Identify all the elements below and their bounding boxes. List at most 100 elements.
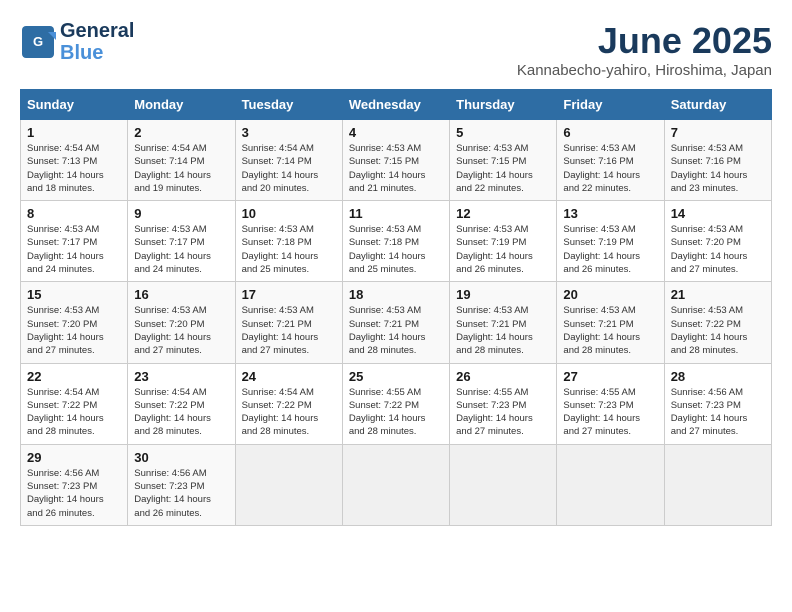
table-row: 30 Sunrise: 4:56 AM Sunset: 7:23 PM Dayl… — [128, 444, 235, 525]
day-number: 12 — [456, 206, 550, 221]
day-number: 17 — [242, 287, 336, 302]
calendar-row: 22 Sunrise: 4:54 AM Sunset: 7:22 PM Dayl… — [21, 363, 772, 444]
day-number: 20 — [563, 287, 657, 302]
table-row: 18 Sunrise: 4:53 AM Sunset: 7:21 PM Dayl… — [342, 282, 449, 363]
table-row — [664, 444, 771, 525]
table-row: 8 Sunrise: 4:53 AM Sunset: 7:17 PM Dayli… — [21, 201, 128, 282]
day-number: 26 — [456, 369, 550, 384]
day-info: Sunrise: 4:53 AM Sunset: 7:20 PM Dayligh… — [27, 304, 121, 357]
day-info: Sunrise: 4:56 AM Sunset: 7:23 PM Dayligh… — [27, 467, 121, 520]
table-row — [557, 444, 664, 525]
day-info: Sunrise: 4:55 AM Sunset: 7:23 PM Dayligh… — [456, 386, 550, 439]
day-info: Sunrise: 4:53 AM Sunset: 7:15 PM Dayligh… — [456, 142, 550, 195]
day-number: 25 — [349, 369, 443, 384]
day-info: Sunrise: 4:54 AM Sunset: 7:22 PM Dayligh… — [27, 386, 121, 439]
table-row: 17 Sunrise: 4:53 AM Sunset: 7:21 PM Dayl… — [235, 282, 342, 363]
day-info: Sunrise: 4:53 AM Sunset: 7:18 PM Dayligh… — [349, 223, 443, 276]
table-row: 3 Sunrise: 4:54 AM Sunset: 7:14 PM Dayli… — [235, 120, 342, 201]
table-row: 6 Sunrise: 4:53 AM Sunset: 7:16 PM Dayli… — [557, 120, 664, 201]
day-info: Sunrise: 4:54 AM Sunset: 7:14 PM Dayligh… — [242, 142, 336, 195]
title-area: June 2025 Kannabecho-yahiro, Hiroshima, … — [517, 20, 772, 79]
table-row: 23 Sunrise: 4:54 AM Sunset: 7:22 PM Dayl… — [128, 363, 235, 444]
day-info: Sunrise: 4:53 AM Sunset: 7:21 PM Dayligh… — [456, 304, 550, 357]
day-number: 24 — [242, 369, 336, 384]
day-number: 22 — [27, 369, 121, 384]
table-row: 22 Sunrise: 4:54 AM Sunset: 7:22 PM Dayl… — [21, 363, 128, 444]
table-row: 5 Sunrise: 4:53 AM Sunset: 7:15 PM Dayli… — [450, 120, 557, 201]
day-info: Sunrise: 4:53 AM Sunset: 7:21 PM Dayligh… — [563, 304, 657, 357]
day-info: Sunrise: 4:53 AM Sunset: 7:17 PM Dayligh… — [27, 223, 121, 276]
table-row — [235, 444, 342, 525]
day-number: 11 — [349, 206, 443, 221]
table-row: 7 Sunrise: 4:53 AM Sunset: 7:16 PM Dayli… — [664, 120, 771, 201]
table-row: 15 Sunrise: 4:53 AM Sunset: 7:20 PM Dayl… — [21, 282, 128, 363]
day-number: 14 — [671, 206, 765, 221]
col-friday: Friday — [557, 90, 664, 120]
col-wednesday: Wednesday — [342, 90, 449, 120]
table-row: 21 Sunrise: 4:53 AM Sunset: 7:22 PM Dayl… — [664, 282, 771, 363]
table-row: 14 Sunrise: 4:53 AM Sunset: 7:20 PM Dayl… — [664, 201, 771, 282]
day-info: Sunrise: 4:53 AM Sunset: 7:16 PM Dayligh… — [671, 142, 765, 195]
day-info: Sunrise: 4:53 AM Sunset: 7:21 PM Dayligh… — [349, 304, 443, 357]
day-number: 13 — [563, 206, 657, 221]
day-info: Sunrise: 4:53 AM Sunset: 7:17 PM Dayligh… — [134, 223, 228, 276]
day-number: 27 — [563, 369, 657, 384]
table-row: 1 Sunrise: 4:54 AM Sunset: 7:13 PM Dayli… — [21, 120, 128, 201]
day-number: 30 — [134, 450, 228, 465]
day-info: Sunrise: 4:56 AM Sunset: 7:23 PM Dayligh… — [134, 467, 228, 520]
day-info: Sunrise: 4:53 AM Sunset: 7:15 PM Dayligh… — [349, 142, 443, 195]
day-number: 2 — [134, 125, 228, 140]
day-number: 18 — [349, 287, 443, 302]
table-row — [342, 444, 449, 525]
svg-text:G: G — [33, 34, 43, 49]
day-info: Sunrise: 4:55 AM Sunset: 7:23 PM Dayligh… — [563, 386, 657, 439]
day-number: 16 — [134, 287, 228, 302]
calendar-header-row: Sunday Monday Tuesday Wednesday Thursday… — [21, 90, 772, 120]
table-row: 2 Sunrise: 4:54 AM Sunset: 7:14 PM Dayli… — [128, 120, 235, 201]
day-info: Sunrise: 4:54 AM Sunset: 7:22 PM Dayligh… — [134, 386, 228, 439]
day-number: 3 — [242, 125, 336, 140]
table-row: 16 Sunrise: 4:53 AM Sunset: 7:20 PM Dayl… — [128, 282, 235, 363]
logo-blue: Blue — [60, 42, 134, 64]
table-row: 24 Sunrise: 4:54 AM Sunset: 7:22 PM Dayl… — [235, 363, 342, 444]
table-row: 4 Sunrise: 4:53 AM Sunset: 7:15 PM Dayli… — [342, 120, 449, 201]
day-number: 15 — [27, 287, 121, 302]
day-info: Sunrise: 4:53 AM Sunset: 7:18 PM Dayligh… — [242, 223, 336, 276]
table-row: 27 Sunrise: 4:55 AM Sunset: 7:23 PM Dayl… — [557, 363, 664, 444]
day-info: Sunrise: 4:56 AM Sunset: 7:23 PM Dayligh… — [671, 386, 765, 439]
calendar-row: 1 Sunrise: 4:54 AM Sunset: 7:13 PM Dayli… — [21, 120, 772, 201]
day-number: 6 — [563, 125, 657, 140]
day-number: 21 — [671, 287, 765, 302]
day-number: 1 — [27, 125, 121, 140]
logo-general: General — [60, 20, 134, 42]
day-number: 5 — [456, 125, 550, 140]
day-number: 19 — [456, 287, 550, 302]
day-number: 23 — [134, 369, 228, 384]
calendar-row: 15 Sunrise: 4:53 AM Sunset: 7:20 PM Dayl… — [21, 282, 772, 363]
day-info: Sunrise: 4:53 AM Sunset: 7:16 PM Dayligh… — [563, 142, 657, 195]
col-monday: Monday — [128, 90, 235, 120]
day-number: 10 — [242, 206, 336, 221]
calendar-row: 8 Sunrise: 4:53 AM Sunset: 7:17 PM Dayli… — [21, 201, 772, 282]
day-info: Sunrise: 4:54 AM Sunset: 7:22 PM Dayligh… — [242, 386, 336, 439]
day-number: 28 — [671, 369, 765, 384]
day-info: Sunrise: 4:53 AM Sunset: 7:21 PM Dayligh… — [242, 304, 336, 357]
day-info: Sunrise: 4:54 AM Sunset: 7:13 PM Dayligh… — [27, 142, 121, 195]
day-info: Sunrise: 4:53 AM Sunset: 7:20 PM Dayligh… — [671, 223, 765, 276]
day-number: 7 — [671, 125, 765, 140]
table-row: 29 Sunrise: 4:56 AM Sunset: 7:23 PM Dayl… — [21, 444, 128, 525]
col-thursday: Thursday — [450, 90, 557, 120]
location: Kannabecho-yahiro, Hiroshima, Japan — [517, 62, 772, 79]
table-row: 28 Sunrise: 4:56 AM Sunset: 7:23 PM Dayl… — [664, 363, 771, 444]
table-row: 26 Sunrise: 4:55 AM Sunset: 7:23 PM Dayl… — [450, 363, 557, 444]
day-number: 29 — [27, 450, 121, 465]
table-row: 20 Sunrise: 4:53 AM Sunset: 7:21 PM Dayl… — [557, 282, 664, 363]
day-number: 4 — [349, 125, 443, 140]
col-saturday: Saturday — [664, 90, 771, 120]
day-info: Sunrise: 4:55 AM Sunset: 7:22 PM Dayligh… — [349, 386, 443, 439]
day-number: 9 — [134, 206, 228, 221]
col-sunday: Sunday — [21, 90, 128, 120]
day-info: Sunrise: 4:53 AM Sunset: 7:19 PM Dayligh… — [456, 223, 550, 276]
calendar-table: Sunday Monday Tuesday Wednesday Thursday… — [20, 89, 772, 526]
table-row: 10 Sunrise: 4:53 AM Sunset: 7:18 PM Dayl… — [235, 201, 342, 282]
